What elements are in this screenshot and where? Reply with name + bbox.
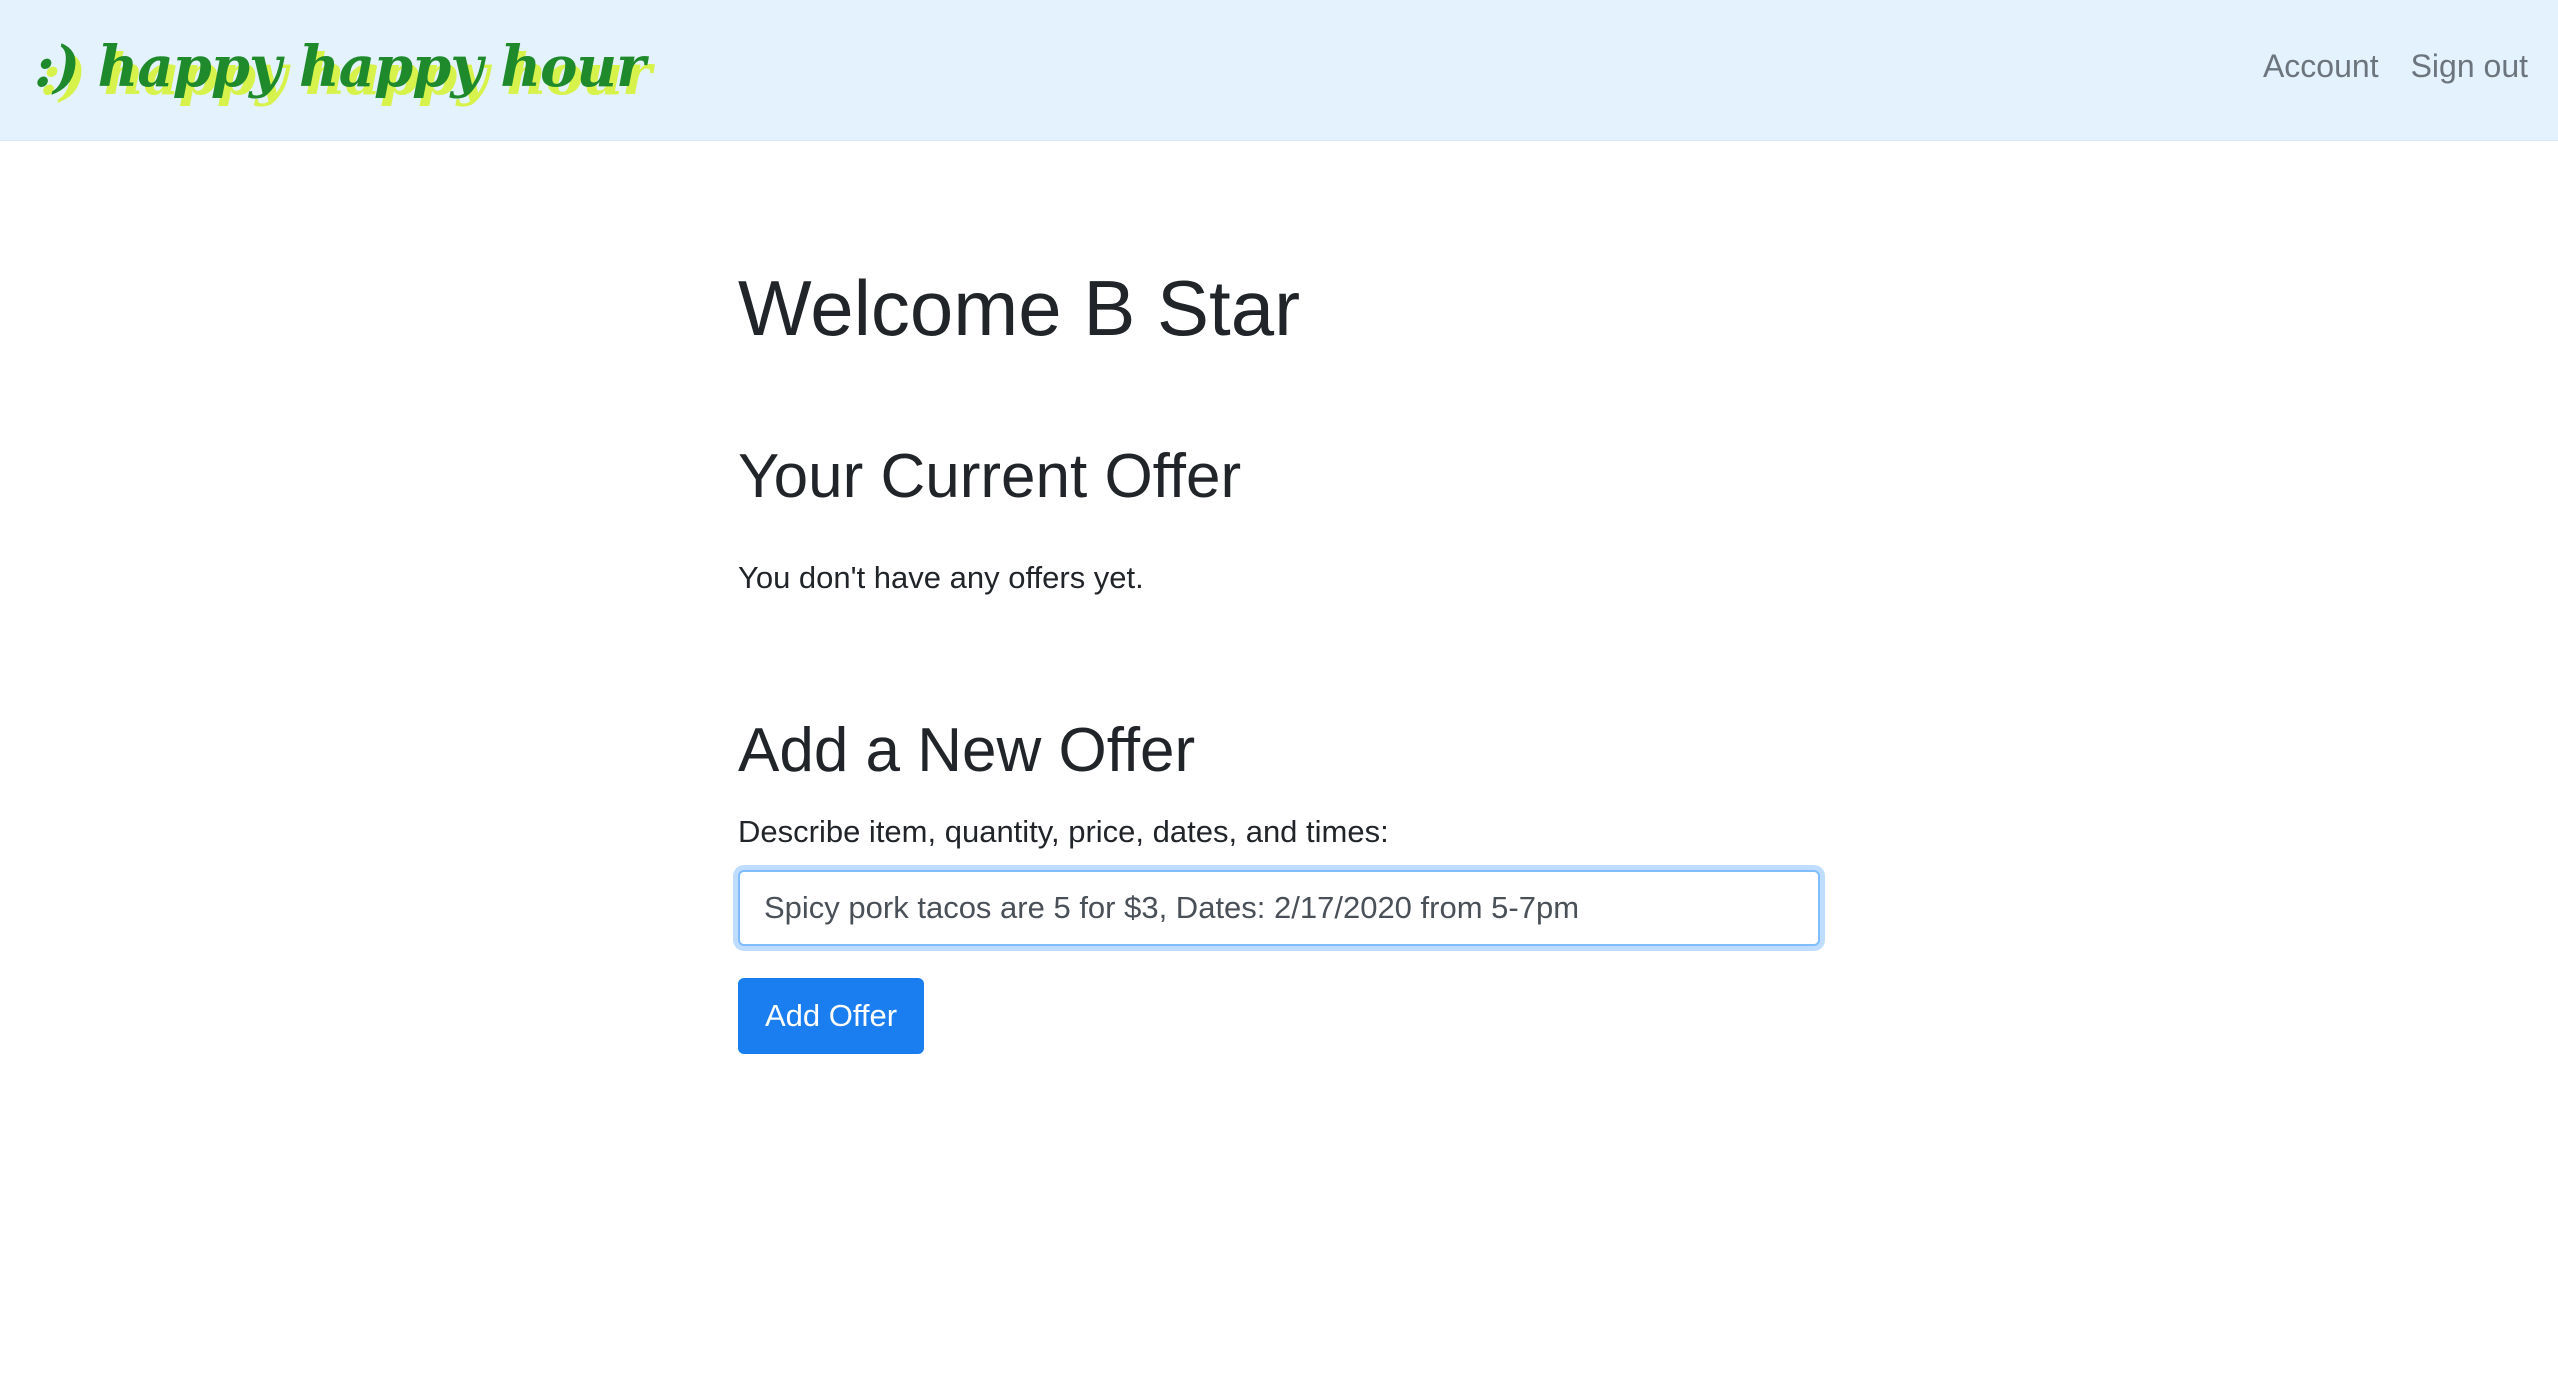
offer-description-label: Describe item, quantity, price, dates, a… [738, 814, 1389, 849]
top-navbar: :) happy happy hour Account Sign out [0, 0, 2558, 141]
no-offers-message: You don't have any offers yet. [738, 560, 1144, 595]
nav-sign-out-link[interactable]: Sign out [2411, 48, 2528, 85]
add-offer-heading: Add a New Offer [738, 716, 1196, 785]
nav-account-link[interactable]: Account [2263, 48, 2379, 85]
current-offer-heading: Your Current Offer [738, 442, 1242, 511]
brand-logo-text: :) happy happy hour [34, 34, 646, 100]
welcome-heading: Welcome B Star [738, 264, 1301, 352]
nav-links: Account Sign out [2263, 48, 2528, 85]
brand-logo-link[interactable]: :) happy happy hour [34, 22, 646, 112]
add-offer-button[interactable]: Add Offer [738, 978, 924, 1054]
offer-description-input[interactable] [738, 870, 1820, 946]
